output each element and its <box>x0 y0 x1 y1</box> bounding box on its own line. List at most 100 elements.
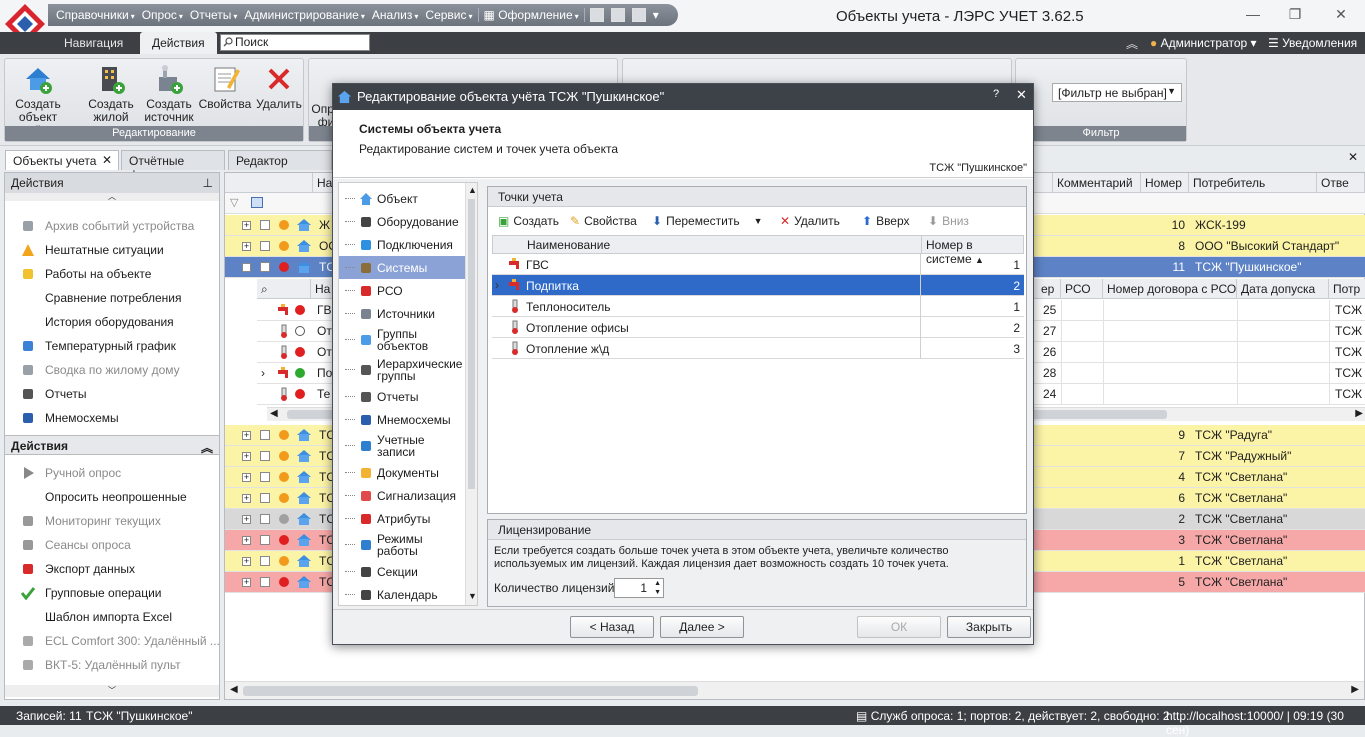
action-item[interactable]: Отчеты <box>5 382 219 406</box>
scroll-down-icon[interactable]: ▼ <box>468 591 477 601</box>
col-header-point-name[interactable]: Наименование <box>527 238 610 252</box>
stepper-arrows-icon[interactable]: ▲ ▼ <box>654 579 661 597</box>
expand-row-icon[interactable]: + <box>242 221 251 230</box>
nav-item[interactable]: Иерархические группы <box>339 355 465 385</box>
action-item[interactable]: Мнемосхемы <box>5 406 219 430</box>
actions-section-header[interactable]: Действия ︽ <box>5 435 219 455</box>
row-checkbox[interactable] <box>260 262 270 272</box>
filter-select[interactable]: [Фильтр не выбран] ▼ <box>1052 83 1182 102</box>
nav-item[interactable]: Секции <box>339 560 465 583</box>
sub-col-header-consumer[interactable]: Потр <box>1329 279 1365 299</box>
nav-item[interactable]: Режимы работы <box>339 530 465 560</box>
expand-row-icon[interactable]: + <box>242 557 251 566</box>
action-item[interactable]: ВКТ-5: Удалённый пульт <box>5 653 219 677</box>
move-point-button[interactable]: ⬇ Переместить ▼ <box>652 211 763 231</box>
status-services[interactable]: ▤ Служб опроса: 1; портов: 2, действует:… <box>856 709 1170 723</box>
nav-item[interactable]: Документы <box>339 461 465 484</box>
tab-actions[interactable]: Действия <box>140 32 217 54</box>
search-icon[interactable]: ⌕ <box>261 282 268 296</box>
scroll-up-icon[interactable]: ▲ <box>468 185 477 195</box>
nav-item[interactable]: РСО <box>339 279 465 302</box>
expand-row-icon[interactable]: + <box>242 431 251 440</box>
menu-poll[interactable]: Опрос ▾ <box>140 8 185 22</box>
col-header-point-number[interactable]: Номер в системе ▲ <box>921 236 1023 266</box>
row-checkbox[interactable] <box>260 514 270 524</box>
row-checkbox[interactable] <box>260 451 270 461</box>
delete-button[interactable]: Удалить <box>251 63 307 111</box>
menu-analysis[interactable]: Анализ ▾ <box>370 8 421 22</box>
next-button[interactable]: Далее > <box>660 616 744 638</box>
nav-item[interactable]: Мнемосхемы <box>339 408 465 431</box>
grid-horizontal-scrollbar[interactable]: ◀ ▶ <box>225 681 1364 699</box>
collapse-ribbon-icon[interactable]: ︽ <box>1126 35 1138 52</box>
nav-item[interactable]: Подключения <box>339 233 465 256</box>
user-menu[interactable]: ● Администратор ▾ <box>1150 36 1257 50</box>
point-row[interactable]: Теплоноситель 1 <box>492 296 1024 317</box>
excel-export-icon[interactable] <box>589 8 604 22</box>
row-checkbox[interactable] <box>260 220 270 230</box>
expand-row-icon[interactable]: + <box>242 578 251 587</box>
sub-col-header-date[interactable]: Дата допуска <box>1237 279 1329 299</box>
row-checkbox[interactable] <box>260 577 270 587</box>
nav-item[interactable]: Отчеты <box>339 385 465 408</box>
delete-point-button[interactable]: ✕ Удалить <box>780 211 840 231</box>
action-item[interactable]: Опросить неопрошенные <box>5 485 219 509</box>
nav-item[interactable]: Учетные записи <box>339 431 465 461</box>
action-item[interactable]: Сеансы опроса <box>5 533 219 557</box>
col-header-comment[interactable]: Комментарий <box>1053 173 1141 193</box>
action-item[interactable]: История оборудования <box>5 310 219 334</box>
scroll-thumb[interactable] <box>468 199 475 489</box>
row-checkbox[interactable] <box>260 241 270 251</box>
row-checkbox[interactable] <box>260 556 270 566</box>
back-button[interactable]: < Назад <box>570 616 654 638</box>
expand-row-icon[interactable]: + <box>242 494 251 503</box>
action-item[interactable]: Работы на объекте <box>5 262 219 286</box>
scroll-up-icon[interactable]: ︿ <box>5 193 219 201</box>
tab-navigation[interactable]: Навигация <box>52 32 135 54</box>
close-tab-icon[interactable]: ✕ <box>102 153 112 167</box>
close-dialog-icon[interactable]: ✕ <box>1016 87 1027 103</box>
menu-administration[interactable]: Администрирование ▾ <box>242 8 366 22</box>
nav-item[interactable]: Атрибуты <box>339 507 465 530</box>
nav-item[interactable]: Календарь <box>339 583 465 606</box>
close-window-button[interactable]: ✕ <box>1326 6 1356 26</box>
maximize-button[interactable]: ❐ <box>1280 6 1310 26</box>
point-row[interactable]: Отопление офисы 2 <box>492 317 1024 338</box>
tab-objects[interactable]: Объекты учета ✕ <box>5 150 119 170</box>
col-header-responsible[interactable]: Отве <box>1317 173 1365 193</box>
action-item[interactable]: Сводка по жилому дому <box>5 358 219 382</box>
point-row[interactable]: › Подпитка 2 <box>492 275 1024 296</box>
move-down-button[interactable]: ⬇ Вниз <box>928 211 969 231</box>
scroll-right-icon[interactable]: ▶ <box>1355 408 1363 419</box>
col-header-number[interactable]: Номер <box>1141 173 1189 193</box>
preview-icon[interactable] <box>610 8 625 22</box>
action-item[interactable]: Сравнение потребления <box>5 286 219 310</box>
search-input[interactable]: Поиск <box>220 34 370 51</box>
nav-scrollbar[interactable]: ▲ ▼ <box>465 183 477 605</box>
action-item[interactable]: Температурный график <box>5 334 219 358</box>
menu-service[interactable]: Сервис ▾ <box>423 8 474 22</box>
row-checkbox[interactable] <box>260 535 270 545</box>
tab-report-forms[interactable]: Отчётные формы <box>121 150 225 182</box>
properties-button[interactable]: Свойства <box>197 63 253 111</box>
help-icon[interactable]: ? <box>993 88 999 100</box>
select-all-icon[interactable] <box>251 197 263 208</box>
point-row[interactable]: Отопление ж\д 3 <box>492 338 1024 359</box>
menu-reports[interactable]: Отчеты ▾ <box>188 8 240 22</box>
notifications-button[interactable]: ☰ Уведомления <box>1268 36 1357 50</box>
tab-report-editor[interactable]: Редактор отчета: <box>228 150 332 182</box>
expand-row-icon[interactable]: + <box>242 242 251 251</box>
license-count-stepper[interactable]: 1 ▲ ▼ <box>614 578 664 598</box>
row-checkbox[interactable] <box>260 493 270 503</box>
sub-col-header-rso[interactable]: РСО <box>1061 279 1103 299</box>
expand-row-icon[interactable]: + <box>242 452 251 461</box>
ok-button[interactable]: ОК <box>857 616 941 638</box>
nav-item[interactable]: Группы объектов <box>339 325 465 355</box>
nav-item[interactable]: Оборудование <box>339 210 465 233</box>
action-item[interactable]: Экспорт данных <box>5 557 219 581</box>
nav-item[interactable]: Системы <box>339 256 465 279</box>
action-item[interactable]: Групповые операции <box>5 581 219 605</box>
pin-icon[interactable]: ⊥ <box>203 176 213 190</box>
action-item[interactable]: Архив событий устройства <box>5 214 219 238</box>
close-all-tabs-icon[interactable]: ✕ <box>1348 150 1358 164</box>
